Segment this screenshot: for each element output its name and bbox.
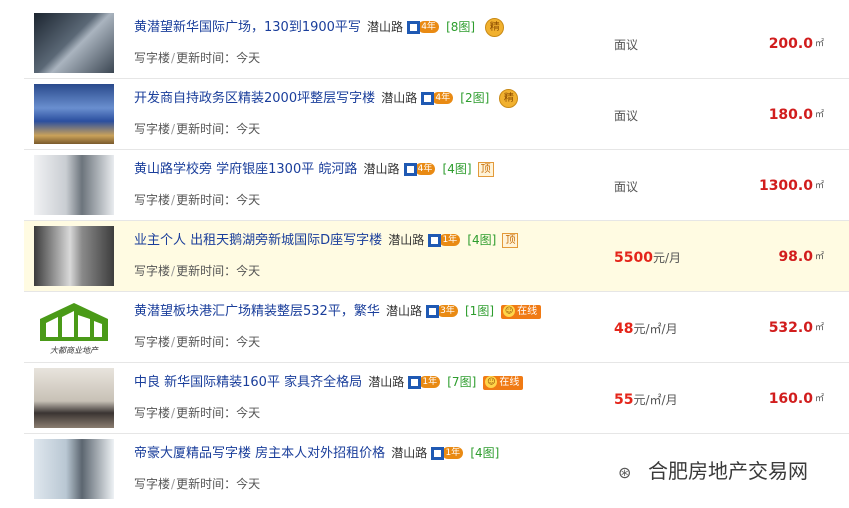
listing-row[interactable]: 开发商自持政务区精装2000坪整层写字楼 潜山路 4年 [2图] 精 写字楼/更… [24,79,849,150]
jing-medal-icon: 精 [485,18,505,37]
listing-thumbnail[interactable] [34,226,114,286]
listing-title: 黄山路学校旁 学府银座1300平 皖河路 潜山路 4年 [4图] 顶 [134,160,494,179]
photo-count[interactable]: [4图] [470,446,499,460]
road-label: 潜山路 [385,304,422,318]
company-year-icon: 4年 [421,91,454,106]
listing-title: 黄潜望新华国际广场，130到1900平写 潜山路 4年 [8图] 精 [134,18,505,37]
listing-row[interactable]: 黄山路学校旁 学府银座1300平 皖河路 潜山路 4年 [4图] 顶 写字楼/更… [24,150,849,221]
price: 5500元/月 [614,250,682,266]
wechat-watermark: ⊛ 合肥房地产交易网 [618,455,808,484]
price: 面议 [614,38,639,52]
company-year-icon: 4年 [403,162,436,177]
photo-count[interactable]: [4图] [443,162,472,176]
company-year-icon: 1年 [408,375,441,390]
listing-title-link[interactable]: 业主个人 出租天鹅湖旁新城国际D座写字楼 [134,233,382,248]
online-chat-icon[interactable]: ☺ 在线 [501,304,542,319]
logo-caption: 大都商业地产 [50,346,98,355]
listing-meta: 写字楼/更新时间：今天 [134,477,261,491]
road-label: 潜山路 [368,375,405,389]
price: 48元/㎡/月 [614,321,678,337]
company-logo[interactable]: 大都商业地产 [34,297,114,357]
listing-meta: 写字楼/更新时间：今天 [134,122,261,136]
area: 160.0 ㎡ [768,391,824,407]
wechat-icon: ⊛ [618,462,632,482]
road-label: 潜山路 [391,446,428,460]
company-year-icon: 3年 [426,304,458,319]
photo-count[interactable]: [4图] [467,233,496,247]
ding-top-icon: 顶 [502,233,519,248]
listing-row[interactable]: 业主个人 出租天鹅湖旁新城国际D座写字楼 潜山路 1年 [4图] 顶 写字楼/更… [24,221,849,292]
listing-title-link[interactable]: 开发商自持政务区精装2000坪整层写字楼 [134,91,375,106]
photo-count[interactable]: [8图] [446,20,475,34]
photo-count[interactable]: [2图] [460,91,489,105]
listing-title: 业主个人 出租天鹅湖旁新城国际D座写字楼 潜山路 1年 [4图] 顶 [134,231,519,250]
road-label: 潜山路 [363,162,400,176]
listing-thumbnail[interactable] [34,84,114,144]
photo-count[interactable]: [1图] [465,304,494,318]
listing-meta: 写字楼/更新时间：今天 [134,335,261,349]
price: 面议 [614,109,639,123]
photo-count[interactable]: [7图] [447,375,476,389]
listing-thumbnail[interactable] [34,368,114,428]
listing-title-link[interactable]: 中良 新华国际精装160平 家具齐全格局 [134,375,362,390]
road-label: 潜山路 [367,20,404,34]
area: 532.0 ㎡ [768,320,824,336]
listing-title-link[interactable]: 黄山路学校旁 学府银座1300平 皖河路 [134,162,357,177]
area: 200.0 ㎡ [768,36,824,52]
price: 55元/㎡/月 [614,392,678,408]
listing-meta: 写字楼/更新时间：今天 [134,193,261,207]
jing-medal-icon: 精 [499,89,519,108]
listing-title-link[interactable]: 黄潜望新华国际广场，130到1900平写 [134,20,361,35]
area: 98.0 ㎡ [778,249,824,265]
listing-thumbnail[interactable] [34,13,114,73]
online-chat-icon[interactable]: ☺ 在线 [483,375,524,390]
listing-thumbnail[interactable] [34,439,114,499]
listing-row[interactable]: 大都商业地产 黄潜望板块港汇广场精装整层532平，繁华 潜山路 3年 [1图] … [24,292,849,363]
listing-thumbnail[interactable] [34,155,114,215]
listing-title: 中良 新华国际精装160平 家具齐全格局 潜山路 1年 [7图] ☺ 在线 [134,373,524,392]
listing-title-link[interactable]: 黄潜望板块港汇广场精装整层532平，繁华 [134,304,380,319]
road-label: 潜山路 [388,233,425,247]
listing-title: 黄潜望板块港汇广场精装整层532平，繁华 潜山路 3年 [1图] ☺ 在线 [134,302,542,321]
company-year-icon: 1年 [428,233,461,248]
watermark-text: 合肥房地产交易网 [648,459,808,483]
listing-title: 帝豪大厦精品写字楼 房主本人对外招租价格 潜山路 1年 [4图] [134,444,499,463]
road-label: 潜山路 [381,91,418,105]
price: 面议 [614,180,639,194]
listing-meta: 写字楼/更新时间：今天 [134,51,261,65]
listing-row[interactable]: 黄潜望新华国际广场，130到1900平写 潜山路 4年 [8图] 精 写字楼/更… [24,8,849,79]
listing-title-link[interactable]: 帝豪大厦精品写字楼 房主本人对外招租价格 [134,446,385,461]
area: 1300.0 ㎡ [758,178,824,194]
listing-meta: 写字楼/更新时间：今天 [134,264,261,278]
company-year-icon: 1年 [431,446,464,461]
ding-top-icon: 顶 [477,162,494,177]
company-year-icon: 4年 [407,20,439,35]
area: 180.0 ㎡ [768,107,824,123]
listing-title: 开发商自持政务区精装2000坪整层写字楼 潜山路 4年 [2图] 精 [134,89,519,108]
listing-meta: 写字楼/更新时间：今天 [134,406,261,420]
listing-row[interactable]: 中良 新华国际精装160平 家具齐全格局 潜山路 1年 [7图] ☺ 在线 写字楼… [24,363,849,434]
